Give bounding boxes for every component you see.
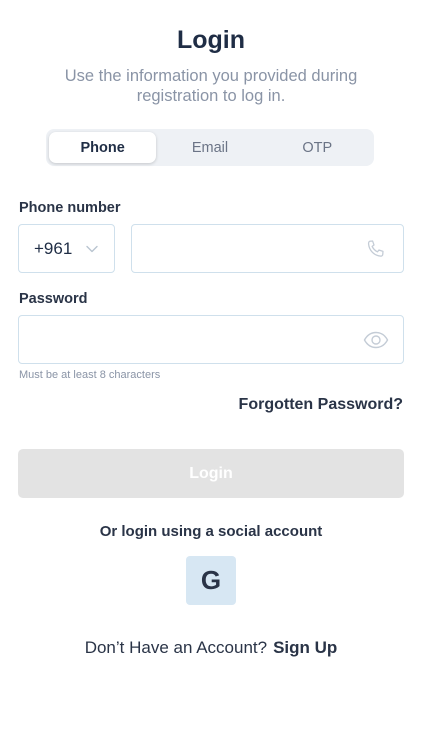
signup-link[interactable]: Sign Up	[273, 638, 337, 657]
forgot-password-link[interactable]: Forgotten Password?	[239, 396, 403, 414]
google-login-button[interactable]: G	[186, 556, 236, 605]
phone-icon	[363, 236, 389, 262]
social-login-label: Or login using a social account	[99, 523, 323, 540]
signup-row: Don’t Have an Account? Sign Up	[0, 638, 422, 658]
page-title: Login	[176, 26, 246, 54]
eye-icon[interactable]	[363, 327, 389, 353]
chevron-down-icon	[85, 242, 99, 256]
tab-email[interactable]: Email	[156, 132, 263, 163]
google-icon: G	[200, 565, 222, 595]
country-code-value: +961	[34, 238, 73, 258]
tab-phone[interactable]: Phone	[49, 132, 157, 163]
signup-prompt: Don’t Have an Account?	[84, 638, 268, 657]
password-hint: Must be at least 8 characters	[19, 369, 161, 381]
login-button[interactable]: Login	[18, 449, 404, 498]
phone-number-field	[131, 224, 404, 273]
password-field	[18, 315, 404, 364]
tab-otp[interactable]: OTP	[264, 132, 371, 163]
page-subtitle: Use the information you provided during …	[64, 67, 358, 105]
login-method-tabs: Phone Email OTP	[46, 129, 374, 166]
country-code-select[interactable]: +961	[18, 224, 115, 273]
password-input[interactable]	[19, 316, 403, 363]
password-label: Password	[19, 291, 88, 307]
phone-number-label: Phone number	[19, 200, 121, 216]
